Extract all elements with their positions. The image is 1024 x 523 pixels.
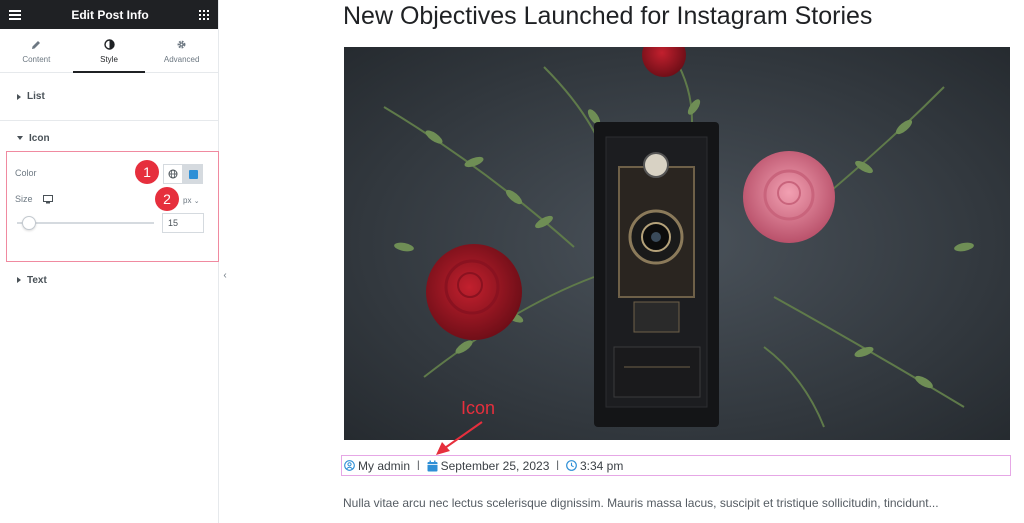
meta-date[interactable]: September 25, 2023 <box>427 458 550 473</box>
meta-separator: | <box>556 460 559 471</box>
meta-author-text: My admin <box>358 458 411 473</box>
collapse-panel-button[interactable]: ‹ <box>219 263 231 287</box>
meta-separator: | <box>417 460 420 471</box>
annotation-arrow <box>436 421 483 455</box>
tab-content[interactable]: Content <box>0 29 73 72</box>
tab-advanced[interactable]: Advanced <box>145 29 218 72</box>
size-slider-handle[interactable] <box>22 216 36 230</box>
section-icon-label: Icon <box>29 132 50 144</box>
gear-icon <box>176 38 187 52</box>
global-colors-button[interactable] <box>163 164 183 184</box>
contrast-icon <box>103 38 115 52</box>
size-slider-track[interactable] <box>17 222 154 224</box>
meta-author[interactable]: My admin <box>344 459 410 473</box>
globe-icon <box>168 169 178 179</box>
menu-icon[interactable] <box>9 9 21 20</box>
chevron-left-icon: ‹ <box>223 269 227 281</box>
color-swatch <box>188 169 198 179</box>
meta-time-text: 3:34 pm <box>579 458 624 473</box>
chevron-down-icon: ⌄ <box>193 198 200 205</box>
post-info-meta: My admin | September 25, 2023 | 3:34 pm <box>341 455 1011 476</box>
color-picker-button[interactable] <box>183 164 203 184</box>
section-list[interactable]: List <box>0 73 218 121</box>
color-control <box>163 164 203 184</box>
section-text-label: Text <box>27 274 47 286</box>
caret-right-icon <box>17 93 21 100</box>
tab-advanced-label: Advanced <box>163 54 200 64</box>
tab-style[interactable]: Style <box>72 29 146 73</box>
tab-content-label: Content <box>22 54 51 64</box>
panel-tabs: Content Style Advanced <box>0 29 218 73</box>
panel-header: Edit Post Info <box>0 0 218 29</box>
icon-style-controls: Color Size px ⌄ <box>6 151 219 262</box>
section-icon[interactable]: Icon <box>0 121 218 155</box>
caret-down-icon <box>17 136 23 140</box>
step-marker-1: 1 <box>135 160 159 184</box>
caret-right-icon <box>17 277 21 283</box>
size-unit-select[interactable]: px ⌄ <box>183 196 200 205</box>
pencil-icon <box>31 38 41 52</box>
camera-flowers-photo <box>344 47 1010 440</box>
desktop-icon[interactable] <box>43 195 53 204</box>
size-label: Size <box>15 194 33 204</box>
post-featured-image <box>344 47 1010 440</box>
clock-icon <box>566 460 577 471</box>
meta-time[interactable]: 3:34 pm <box>566 459 623 473</box>
calendar-icon <box>427 460 438 472</box>
post-title: New Objectives Launched for Instagram St… <box>343 2 873 30</box>
meta-date-text: September 25, 2023 <box>440 458 550 473</box>
tab-style-label: Style <box>100 54 118 64</box>
user-circle-icon <box>344 460 355 471</box>
annotation-label: Icon <box>461 398 496 418</box>
size-unit-label: px <box>183 196 192 205</box>
section-list-label: List <box>27 91 45 102</box>
widgets-grid-icon[interactable] <box>198 9 209 20</box>
section-text[interactable]: Text <box>0 264 219 296</box>
panel-title: Edit Post Info <box>71 7 149 22</box>
post-excerpt: Nulla vitae arcu nec lectus scelerisque … <box>343 496 939 510</box>
color-label: Color <box>15 168 37 178</box>
size-input[interactable] <box>162 213 204 233</box>
step-marker-2: 2 <box>155 187 179 211</box>
